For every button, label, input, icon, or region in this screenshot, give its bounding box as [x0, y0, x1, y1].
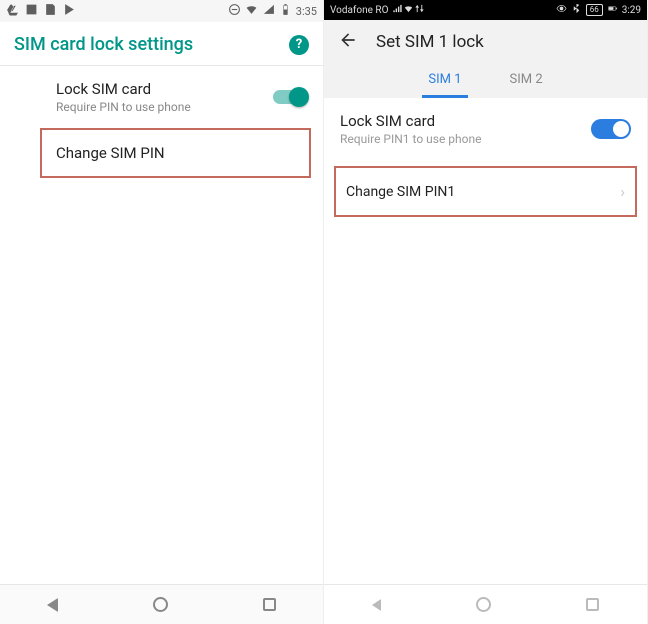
settings-list: Lock SIM card Require PIN to use phone C…	[0, 66, 323, 178]
data-icon	[414, 3, 425, 17]
nav-bar	[0, 584, 323, 624]
chevron-right-icon: ›	[620, 182, 625, 201]
drive-icon	[6, 3, 19, 19]
status-bar: Vodafone RO 66 3:29	[324, 0, 647, 20]
document-icon	[44, 3, 57, 19]
lock-sim-toggle[interactable]	[591, 119, 631, 139]
battery-icon	[279, 3, 292, 19]
back-button[interactable]	[338, 30, 358, 54]
home-nav-icon[interactable]	[476, 597, 491, 612]
back-arrow-icon	[338, 30, 358, 50]
change-sim-pin-item[interactable]: Change SIM PIN1 ›	[334, 166, 637, 217]
eye-comfort-icon	[556, 3, 567, 17]
app-header: SIM card lock settings ?	[0, 22, 323, 66]
tab-sim2[interactable]: SIM 2	[504, 64, 549, 98]
status-time: 3:35	[296, 5, 317, 18]
home-nav-icon[interactable]	[153, 597, 168, 612]
back-nav-icon[interactable]	[372, 599, 381, 611]
lock-sim-title: Lock SIM card	[340, 112, 591, 130]
dnd-icon	[228, 3, 241, 19]
image-icon	[25, 3, 38, 19]
signal-icon	[392, 3, 403, 17]
status-time: 3:29	[622, 5, 641, 16]
app-header: Set SIM 1 lock	[324, 20, 647, 64]
change-sim-pin-title: Change SIM PIN	[56, 144, 295, 162]
nav-bar	[324, 584, 647, 624]
page-title: Set SIM 1 lock	[376, 32, 484, 52]
lock-sim-item[interactable]: Lock SIM card Require PIN to use phone	[0, 66, 323, 128]
help-icon[interactable]: ?	[289, 35, 309, 55]
bluetooth-icon	[571, 3, 582, 17]
sim-tabs: SIM 1 SIM 2	[324, 64, 647, 98]
page-title: SIM card lock settings	[14, 34, 289, 55]
wifi-icon	[403, 3, 414, 17]
battery-icon	[607, 3, 618, 17]
lock-sim-subtitle: Require PIN to use phone	[56, 100, 273, 114]
wifi-icon	[245, 3, 258, 19]
back-nav-icon[interactable]	[47, 598, 58, 612]
play-icon	[63, 3, 76, 19]
recents-nav-icon[interactable]	[586, 598, 599, 611]
signal-icon	[262, 3, 275, 19]
phone-left: 3:35 SIM card lock settings ? Lock SIM c…	[0, 0, 324, 624]
phone-right: Vodafone RO 66 3:29	[324, 0, 648, 624]
change-sim-pin-item[interactable]: Change SIM PIN	[40, 128, 311, 178]
status-bar: 3:35	[0, 0, 323, 22]
lock-sim-item[interactable]: Lock SIM card Require PIN1 to use phone	[324, 98, 647, 160]
tab-sim1[interactable]: SIM 1	[422, 64, 467, 98]
change-sim-pin-title: Change SIM PIN1	[346, 184, 620, 200]
lock-sim-title: Lock SIM card	[56, 80, 273, 98]
carrier-label: Vodafone RO	[330, 5, 388, 16]
battery-level: 66	[586, 4, 603, 16]
lock-sim-subtitle: Require PIN1 to use phone	[340, 132, 591, 146]
lock-sim-toggle[interactable]	[273, 90, 307, 104]
recents-nav-icon[interactable]	[263, 598, 276, 611]
